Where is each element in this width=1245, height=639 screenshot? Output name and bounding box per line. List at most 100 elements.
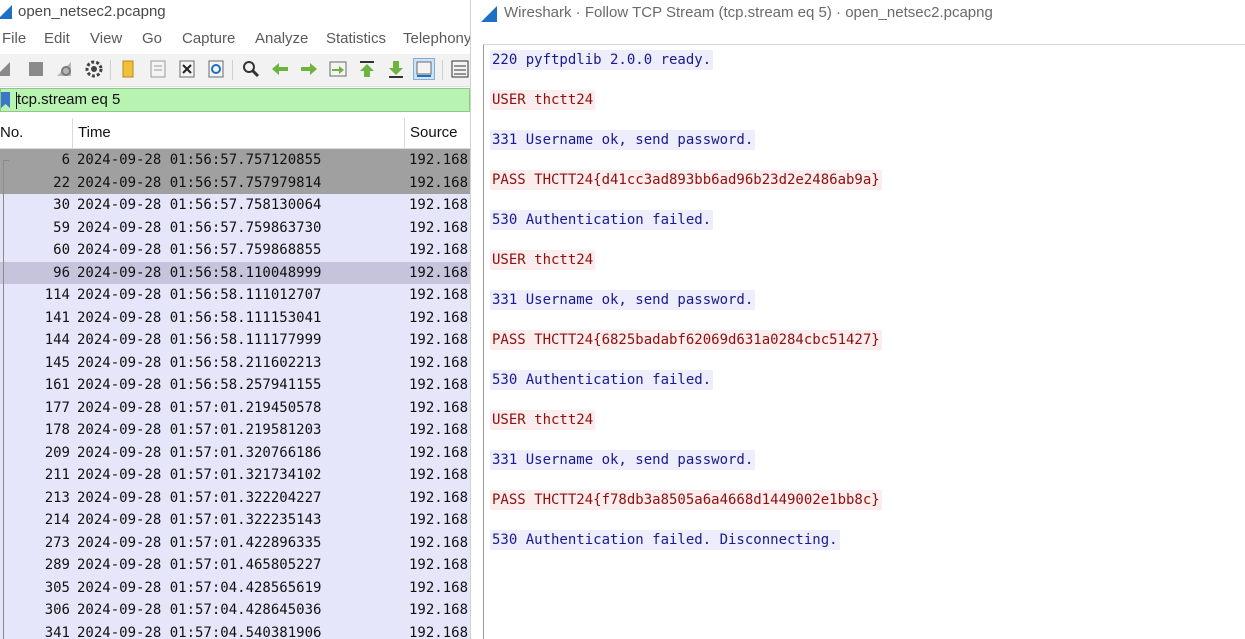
packet-source: 192.168	[409, 534, 469, 551]
column-header-source[interactable]: Source	[410, 118, 458, 148]
packet-source: 192.168	[409, 467, 469, 483]
first-packet-icon[interactable]	[356, 58, 378, 80]
packet-time: 2024-09-28 01:56:57.758130064	[77, 197, 322, 213]
packet-no: 213	[44, 489, 70, 506]
colorize-icon[interactable]	[449, 58, 470, 80]
column-header-time[interactable]: Time	[78, 118, 111, 148]
packet-row[interactable]: 114 2024-09-28 01:56:58.111012707 192.168	[0, 284, 470, 307]
packet-source: 192.168	[409, 219, 469, 236]
go-to-packet-icon[interactable]	[327, 58, 349, 80]
packet-no: 305	[44, 579, 70, 596]
menu-capture[interactable]: Capture	[182, 30, 235, 47]
menu-analyze[interactable]: Analyze	[255, 30, 308, 47]
packet-no: 6	[61, 152, 70, 168]
packet-source: 192.168	[409, 264, 469, 281]
packet-row[interactable]: 289 2024-09-28 01:57:01.465805227 192.168	[0, 554, 470, 577]
menu-file[interactable]: File	[2, 30, 26, 47]
toolbar-separator	[442, 60, 443, 80]
packet-time: 2024-09-28 01:56:58.211602213	[77, 354, 322, 371]
forward-arrow-icon[interactable]	[298, 58, 320, 80]
find-icon[interactable]	[240, 58, 262, 80]
packet-no: 341	[44, 624, 70, 639]
packet-source: 192.168	[409, 579, 469, 596]
packet-no: 114	[44, 287, 70, 303]
close-file-icon[interactable]	[176, 58, 198, 80]
main-window-title: open_netsec2.pcapng	[18, 3, 166, 20]
packet-row[interactable]: 30 2024-09-28 01:56:57.758130064 192.168	[0, 194, 470, 217]
shark-fin-start-icon[interactable]	[0, 58, 14, 80]
packet-row[interactable]: 161 2024-09-28 01:56:58.257941155 192.168	[0, 374, 470, 397]
packet-row[interactable]: 178 2024-09-28 01:57:01.219581203 192.168	[0, 419, 470, 442]
menu-go[interactable]: Go	[142, 30, 162, 47]
packet-row[interactable]: 145 2024-09-28 01:56:58.211602213 192.168	[0, 351, 470, 374]
reload-icon[interactable]	[205, 58, 227, 80]
packet-row[interactable]: 211 2024-09-28 01:57:01.321734102 192.168	[0, 464, 470, 487]
packet-row[interactable]: 59 2024-09-28 01:56:57.759863730 192.168	[0, 216, 470, 239]
packet-source: 192.168	[409, 197, 469, 213]
stop-icon[interactable]	[25, 58, 47, 80]
packet-row[interactable]: 273 2024-09-28 01:57:01.422896335 192.168	[0, 531, 470, 554]
server-response-line: 530 Authentication failed.	[490, 210, 714, 230]
packet-no: 96	[53, 264, 70, 281]
packet-row[interactable]: 60 2024-09-28 01:56:57.759868855 192.168	[0, 239, 470, 262]
menu-bar: File Edit View Go Capture Analyze Statis…	[0, 27, 470, 51]
packet-time: 2024-09-28 01:57:04.428645036	[77, 602, 322, 618]
packet-row[interactable]: 96 2024-09-28 01:56:58.110048999 192.168	[0, 261, 470, 284]
client-request-line: USER thctt24	[490, 410, 596, 430]
packet-row[interactable]: 6 2024-09-28 01:56:57.757120855 192.168	[0, 149, 470, 172]
packet-row[interactable]: 144 2024-09-28 01:56:58.111177999 192.168	[0, 329, 470, 352]
follow-tcp-stream-window: Wireshark · Follow TCP Stream (tcp.strea…	[470, 0, 1245, 639]
packet-row[interactable]: 22 2024-09-28 01:56:57.757979814 192.168	[0, 171, 470, 194]
packet-no: 161	[44, 377, 70, 393]
packet-source: 192.168	[409, 557, 469, 573]
menu-telephony[interactable]: Telephony	[403, 30, 470, 47]
autoscroll-icon[interactable]	[413, 58, 435, 80]
packet-row[interactable]: 209 2024-09-28 01:57:01.320766186 192.168	[0, 441, 470, 464]
options-gear-icon[interactable]	[83, 58, 105, 80]
packet-no: 59	[53, 219, 70, 236]
save-file-icon[interactable]	[147, 58, 169, 80]
server-response-line: 220 pyftpdlib 2.0.0 ready.	[490, 50, 714, 70]
column-separator[interactable]	[72, 118, 73, 148]
column-separator[interactable]	[404, 118, 405, 148]
packet-no: 273	[44, 534, 70, 551]
packet-source: 192.168	[409, 624, 469, 639]
packet-row[interactable]: 214 2024-09-28 01:57:01.322235143 192.168	[0, 509, 470, 532]
packet-time: 2024-09-28 01:56:57.759863730	[77, 219, 322, 236]
packet-source: 192.168	[409, 489, 469, 506]
packet-row[interactable]: 213 2024-09-28 01:57:01.322204227 192.168	[0, 486, 470, 509]
conversation-bracket-cap	[3, 160, 9, 161]
main-window: open_netsec2.pcapng File Edit View Go Ca…	[0, 0, 470, 639]
packet-time: 2024-09-28 01:56:58.110048999	[77, 264, 322, 281]
bookmark-icon[interactable]	[1, 92, 11, 108]
column-header-no[interactable]: No.	[0, 118, 23, 148]
packet-time: 2024-09-28 01:57:01.422896335	[77, 534, 322, 551]
menu-view[interactable]: View	[90, 30, 122, 47]
back-arrow-icon[interactable]	[269, 58, 291, 80]
packet-source: 192.168	[409, 332, 469, 348]
packet-no: 141	[44, 309, 70, 326]
packet-time: 2024-09-28 01:56:58.111012707	[77, 287, 322, 303]
toolbar-separator	[110, 60, 111, 80]
menu-statistics[interactable]: Statistics	[326, 30, 386, 47]
packet-row[interactable]: 177 2024-09-28 01:57:01.219450578 192.168	[0, 396, 470, 419]
toolbar-separator	[232, 60, 233, 80]
display-filter-value: tcp.stream eq 5	[17, 91, 121, 108]
last-packet-icon[interactable]	[385, 58, 407, 80]
display-filter-input[interactable]: tcp.stream eq 5	[0, 88, 470, 112]
packet-row[interactable]: 141 2024-09-28 01:56:58.111153041 192.168	[0, 306, 470, 329]
packet-time: 2024-09-28 01:56:58.111153041	[77, 309, 322, 326]
stream-content-view[interactable]: 220 pyftpdlib 2.0.0 ready. USER thctt24 33…	[483, 44, 1245, 639]
packet-row[interactable]: 341 2024-09-28 01:57:04.540381906 192.168	[0, 621, 470, 639]
follow-window-title: Wireshark · Follow TCP Stream (tcp.strea…	[504, 4, 993, 21]
main-toolbar	[0, 54, 470, 87]
menu-edit[interactable]: Edit	[44, 30, 70, 47]
packet-no: 177	[44, 399, 70, 416]
packet-row[interactable]: 306 2024-09-28 01:57:04.428645036 192.168	[0, 599, 470, 622]
restart-icon[interactable]	[53, 58, 75, 80]
packet-row[interactable]: 305 2024-09-28 01:57:04.428565619 192.168	[0, 576, 470, 599]
open-folder-icon[interactable]	[117, 58, 139, 80]
packet-no: 22	[53, 174, 70, 191]
server-response-line: 331 Username ok, send password.	[490, 130, 756, 150]
packet-source: 192.168	[409, 354, 469, 371]
